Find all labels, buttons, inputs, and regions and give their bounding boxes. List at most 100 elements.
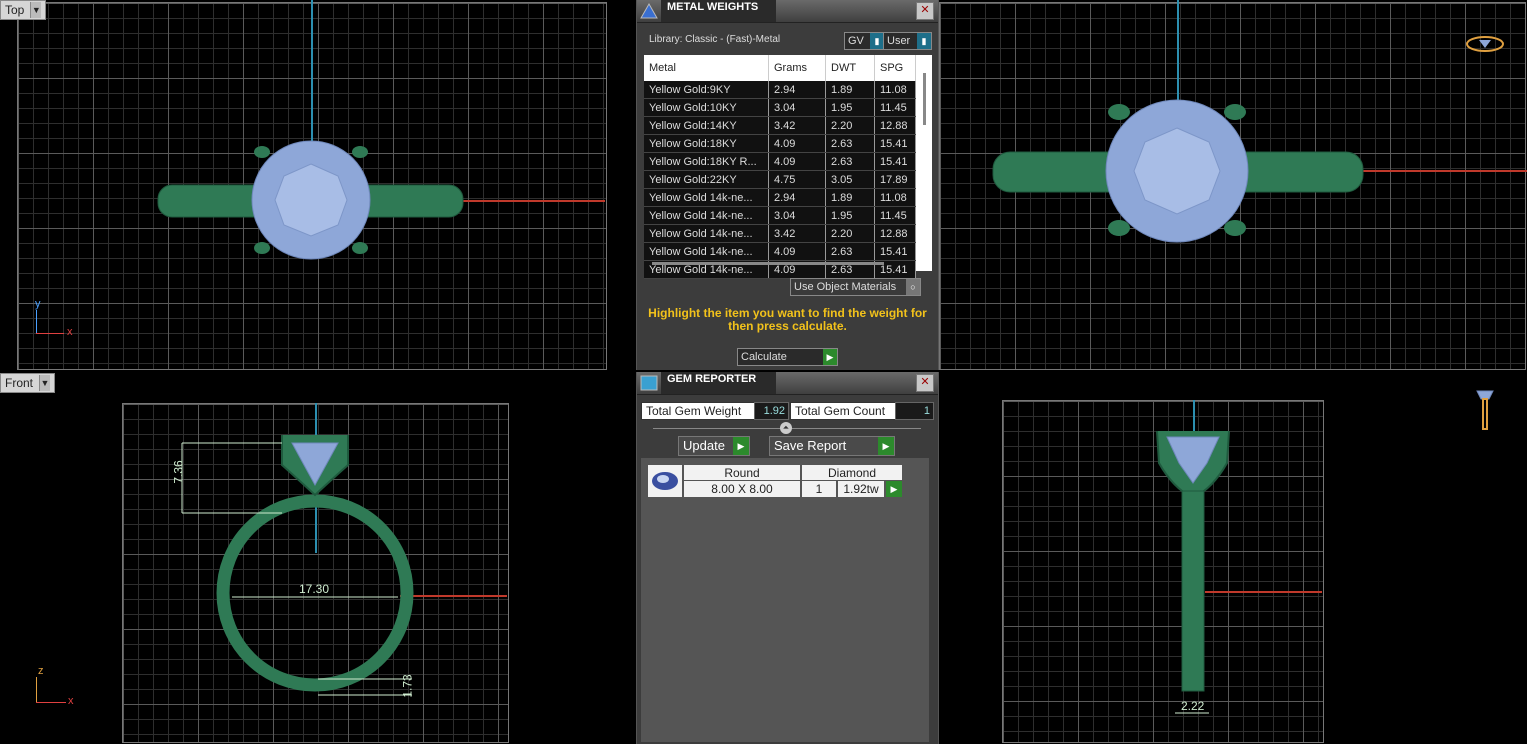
total-gem-count-value: 1 bbox=[895, 402, 934, 420]
cell-grams: 4.75 bbox=[768, 170, 826, 189]
side-gem-icon[interactable] bbox=[1475, 385, 1495, 437]
axis-x-line bbox=[36, 702, 66, 703]
gem-weight: 1.92tw bbox=[837, 480, 885, 498]
calculate-button[interactable]: Calculate ▶ bbox=[737, 348, 838, 366]
perspective-viewport[interactable] bbox=[937, 0, 1527, 370]
toggle-icon: ▮ bbox=[870, 33, 884, 49]
cell-spg: 11.45 bbox=[874, 98, 916, 117]
cell-spg: 11.08 bbox=[874, 81, 916, 99]
horizontal-scrollbar[interactable] bbox=[652, 262, 884, 265]
library-label: Library: Classic - (Fast)-Metal bbox=[649, 34, 781, 45]
gem-thumbnail[interactable] bbox=[647, 464, 683, 498]
table-row[interactable]: Yellow Gold 14k-ne... 3.04 1.95 11.45 bbox=[644, 206, 916, 225]
cell-spg: 11.08 bbox=[874, 188, 916, 207]
cell-spg: 17.89 bbox=[874, 170, 916, 189]
cell-grams: 2.94 bbox=[768, 81, 826, 99]
table-row[interactable]: Yellow Gold:18KY R... 4.09 2.63 15.41 bbox=[644, 152, 916, 171]
ring-icon[interactable] bbox=[1465, 32, 1505, 56]
total-gem-count-label: Total Gem Count bbox=[790, 402, 896, 420]
gv-toggle[interactable]: GV ▮ bbox=[844, 32, 885, 50]
round-gem-icon bbox=[652, 472, 678, 490]
table-row[interactable]: Yellow Gold:9KY 2.94 1.89 11.08 bbox=[644, 81, 916, 99]
user-toggle[interactable]: User ▮ bbox=[883, 32, 932, 50]
viewport-label-front[interactable]: Front ▼ bbox=[0, 373, 56, 393]
gem-reporter-header: GEM REPORTER ✕ bbox=[637, 372, 938, 395]
col-dwt[interactable]: DWT bbox=[825, 55, 875, 81]
viewport-label-top[interactable]: Top ▼ bbox=[0, 0, 47, 20]
user-label: User bbox=[887, 35, 911, 47]
ring-front-drawing bbox=[181, 435, 414, 696]
calculate-label: Calculate bbox=[741, 351, 787, 363]
cell-dwt: 1.95 bbox=[825, 206, 875, 225]
cell-metal: Yellow Gold:9KY bbox=[644, 81, 769, 99]
panel-title: METAL WEIGHTS bbox=[661, 0, 776, 22]
metal-table[interactable]: Metal Grams DWT SPG Yellow Gold:9KY 2.94 1… bbox=[644, 55, 932, 279]
axis-y-label: y bbox=[35, 298, 41, 310]
close-icon[interactable]: ✕ bbox=[916, 2, 934, 20]
gem-qty: 1 bbox=[801, 480, 837, 498]
axis-y-line bbox=[36, 310, 37, 334]
cell-dwt: 2.20 bbox=[825, 116, 875, 135]
cell-grams: 3.42 bbox=[768, 116, 826, 135]
table-row[interactable]: Yellow Gold:10KY 3.04 1.95 11.45 bbox=[644, 98, 916, 117]
cell-grams: 4.09 bbox=[768, 134, 826, 153]
hint-text: Highlight the item you want to find the … bbox=[648, 306, 927, 333]
cell-metal: Yellow Gold 14k-ne... bbox=[644, 188, 769, 207]
table-row[interactable]: Yellow Gold 14k-ne... 3.42 2.20 12.88 bbox=[644, 224, 916, 243]
close-icon[interactable]: ✕ bbox=[916, 374, 934, 392]
table-row[interactable]: Yellow Gold:18KY 4.09 2.63 15.41 bbox=[644, 134, 916, 153]
chevron-down-icon[interactable]: ▼ bbox=[30, 2, 42, 18]
total-gem-weight-value: 1.92 bbox=[754, 402, 789, 420]
axis-z-line bbox=[36, 677, 37, 703]
table-row[interactable]: Yellow Gold:14KY 3.42 2.20 12.88 bbox=[644, 116, 916, 135]
cell-dwt: 3.05 bbox=[825, 170, 875, 189]
table-row[interactable]: Yellow Gold 14k-ne... 4.09 2.63 15.41 bbox=[644, 242, 916, 261]
viewport-label-text: Front bbox=[5, 376, 34, 390]
cell-spg: 15.41 bbox=[874, 242, 916, 261]
gem-size: 8.00 X 8.00 bbox=[683, 480, 801, 498]
update-button[interactable]: Update ▶ bbox=[678, 436, 750, 456]
axis-x-label: x bbox=[68, 695, 74, 707]
cell-metal: Yellow Gold 14k-ne... bbox=[644, 242, 769, 261]
ring-side-drawing bbox=[1156, 430, 1230, 714]
save-report-button[interactable]: Save Report ▶ bbox=[769, 436, 895, 456]
panel-title: GEM REPORTER bbox=[661, 372, 776, 394]
ring-top-drawing bbox=[157, 140, 464, 260]
vertical-scrollbar[interactable] bbox=[923, 73, 926, 125]
cell-grams: 3.04 bbox=[768, 206, 826, 225]
play-icon: ▶ bbox=[823, 349, 837, 365]
cell-grams: 2.94 bbox=[768, 188, 826, 207]
dim-width: 2.22 bbox=[1181, 699, 1205, 713]
collapse-icon[interactable]: ⏶ bbox=[780, 422, 792, 434]
cell-metal: Yellow Gold 14k-ne... bbox=[644, 206, 769, 225]
side-viewport[interactable]: 2.22 bbox=[937, 373, 1527, 744]
axis-x-line bbox=[36, 333, 64, 334]
col-metal[interactable]: Metal bbox=[644, 55, 769, 81]
col-grams[interactable]: Grams bbox=[768, 55, 826, 81]
use-object-materials-button[interactable]: Use Object Materials ○ bbox=[790, 278, 921, 296]
play-icon: ▶ bbox=[733, 437, 749, 455]
cell-dwt: 1.89 bbox=[825, 188, 875, 207]
gem-detail-button[interactable]: ▶ bbox=[885, 480, 903, 498]
use-object-materials-label: Use Object Materials bbox=[794, 281, 897, 293]
gem-reporter-panel: GEM REPORTER ✕ Total Gem Weight 1.92 Tot… bbox=[636, 372, 939, 744]
cell-dwt: 2.20 bbox=[825, 224, 875, 243]
table-row[interactable]: Yellow Gold 14k-ne... 2.94 1.89 11.08 bbox=[644, 188, 916, 207]
cell-dwt: 1.89 bbox=[825, 81, 875, 99]
axis-z-label: z bbox=[38, 665, 44, 677]
viewport-label-text: Top bbox=[5, 3, 25, 17]
cell-grams: 4.09 bbox=[768, 242, 826, 261]
cell-grams: 3.04 bbox=[768, 98, 826, 117]
col-spg[interactable]: SPG bbox=[874, 55, 916, 81]
cell-dwt: 2.63 bbox=[825, 134, 875, 153]
dim-band: 1.73 bbox=[400, 674, 415, 698]
chevron-down-icon[interactable]: ▼ bbox=[39, 375, 51, 391]
report-logo-icon bbox=[637, 372, 661, 394]
cell-dwt: 2.63 bbox=[825, 242, 875, 261]
front-viewport[interactable]: Front ▼ 7.36 17.30 1.73 z x bbox=[0, 373, 636, 744]
cell-spg: 12.88 bbox=[874, 224, 916, 243]
top-viewport[interactable]: Top ▼ y x bbox=[0, 0, 636, 370]
toggle-icon: ▮ bbox=[917, 33, 931, 49]
ring-perspective-drawing bbox=[992, 99, 1364, 243]
table-row[interactable]: Yellow Gold:22KY 4.75 3.05 17.89 bbox=[644, 170, 916, 189]
